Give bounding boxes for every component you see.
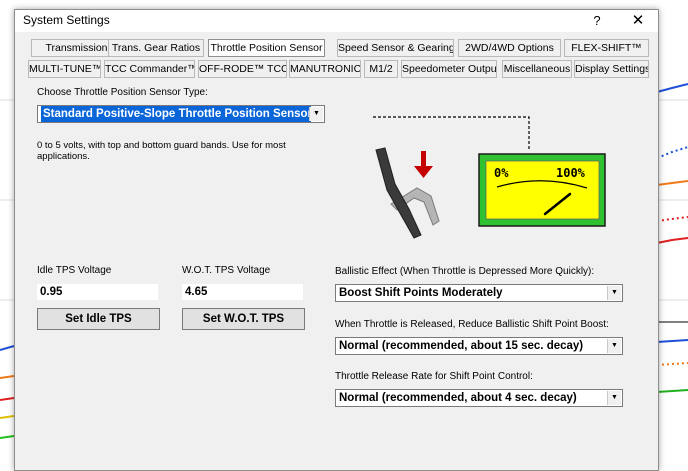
release-rate-label: Throttle Release Rate for Shift Point Co… xyxy=(335,371,533,382)
help-button[interactable]: ? xyxy=(588,11,606,31)
tab-trans-gear-ratios[interactable]: Trans. Gear Ratios xyxy=(108,39,204,57)
tab-speed-sensor-gearing[interactable]: Speed Sensor & Gearing xyxy=(337,39,454,57)
bg-series-blue xyxy=(656,83,688,93)
bg-series-blue2 xyxy=(656,339,688,343)
gauge-max-label: 100% xyxy=(556,166,586,180)
connector-line xyxy=(373,116,530,149)
gauge-min-label: 0% xyxy=(494,166,509,180)
bg-series-blue-dotted xyxy=(656,146,688,159)
sensor-type-label: Choose Throttle Position Sensor Type: xyxy=(37,87,208,98)
bg-series-red-dotted xyxy=(656,216,688,222)
close-button[interactable]: ✕ xyxy=(627,11,649,31)
system-settings-dialog: System Settings ? ✕ Transmission Trans. … xyxy=(14,9,659,471)
chevron-down-icon: ▼ xyxy=(607,391,621,405)
arrow-down-icon xyxy=(414,151,433,178)
set-idle-tps-button[interactable]: Set Idle TPS xyxy=(37,308,160,330)
bg-series-orange xyxy=(656,180,688,186)
tab-display-settings[interactable]: Display Settings xyxy=(574,60,649,78)
release-reduce-value: Normal (recommended, about 15 sec. decay… xyxy=(339,340,584,352)
bg-series-left-orange xyxy=(0,375,15,379)
bg-series-left-green xyxy=(0,435,15,439)
sensor-type-value: Standard Positive-Slope Throttle Positio… xyxy=(41,106,311,122)
tab-m1-2[interactable]: M1/2 xyxy=(364,60,398,78)
wot-tps-label: W.O.T. TPS Voltage xyxy=(182,265,271,276)
tab-flex-shift[interactable]: FLEX-SHIFT™ xyxy=(564,39,649,57)
idle-tps-label: Idle TPS Voltage xyxy=(37,265,112,276)
release-reduce-select[interactable]: Normal (recommended, about 15 sec. decay… xyxy=(335,337,623,355)
throttle-illustration: 0% 100% xyxy=(373,116,606,239)
ballistic-effect-select[interactable]: Boost Shift Points Moderately ▼ xyxy=(335,284,623,302)
bg-series-left-red xyxy=(0,397,15,401)
tab-off-rode-tcc[interactable]: OFF-RODE™ TCC xyxy=(198,60,287,78)
tab-tcc-commander[interactable]: TCC Commander™ xyxy=(104,60,195,78)
bg-series-left-yellow xyxy=(0,415,15,419)
idle-tps-field[interactable]: 0.95 xyxy=(36,283,159,301)
tab-throttle-position-sensor[interactable]: Throttle Position Sensor xyxy=(208,39,325,57)
tab-2wd-4wd-options[interactable]: 2WD/4WD Options xyxy=(458,39,561,57)
sensor-type-select[interactable]: Standard Positive-Slope Throttle Positio… xyxy=(37,105,325,123)
wot-tps-field[interactable]: 4.65 xyxy=(181,283,304,301)
ballistic-effect-value: Boost Shift Points Moderately xyxy=(339,287,503,299)
tab-manutronic[interactable]: MANUTRONIC xyxy=(289,60,361,78)
ballistic-effect-label: Ballistic Effect (When Throttle is Depre… xyxy=(335,266,595,277)
bg-series-left-blue xyxy=(0,345,15,351)
chevron-down-icon: ▼ xyxy=(309,107,323,121)
release-reduce-label: When Throttle is Released, Reduce Ballis… xyxy=(335,319,609,330)
release-rate-value: Normal (recommended, about 4 sec. decay) xyxy=(339,392,577,404)
bg-series-green xyxy=(656,389,688,393)
tab-speedometer-output[interactable]: Speedometer Output xyxy=(401,60,497,78)
bg-series-orange2 xyxy=(656,362,688,366)
set-wot-tps-button[interactable]: Set W.O.T. TPS xyxy=(182,308,305,330)
bg-series-red xyxy=(656,237,688,244)
tab-miscellaneous[interactable]: Miscellaneous xyxy=(502,60,572,78)
chevron-down-icon: ▼ xyxy=(607,286,621,300)
tab-multi-tune[interactable]: MULTI-TUNE™ xyxy=(28,60,101,78)
release-rate-select[interactable]: Normal (recommended, about 4 sec. decay)… xyxy=(335,389,623,407)
title-bar: System Settings ? ✕ xyxy=(15,10,658,32)
sensor-description: 0 to 5 volts, with top and bottom guard … xyxy=(37,140,286,162)
chevron-down-icon: ▼ xyxy=(607,339,621,353)
window-title: System Settings xyxy=(23,13,110,27)
